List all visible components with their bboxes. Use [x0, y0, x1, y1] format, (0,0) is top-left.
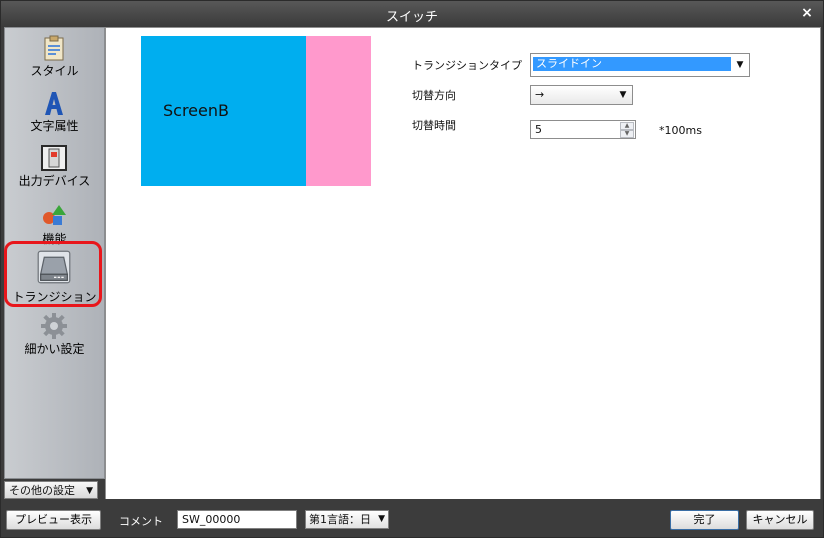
preview-button[interactable]: プレビュー表示 — [6, 510, 101, 530]
other-settings-label: その他の設定 — [9, 484, 75, 497]
comment-label: コメント — [119, 515, 163, 528]
main-panel: ScreenB トランジションタイプ スライドイン ▼ 切替方向 → ▼ 切替時… — [105, 27, 821, 501]
time-value: 5 — [535, 123, 542, 136]
transition-type-select[interactable]: スライドイン ▼ — [530, 53, 750, 77]
language-value: 第1言語：日 — [309, 513, 371, 526]
sidebar-item-label: スタイル — [30, 64, 79, 78]
other-settings-dropdown[interactable]: その他の設定 ▼ — [4, 481, 98, 499]
sidebar-item-label: 出力デバイス — [18, 174, 91, 188]
direction-value: → — [535, 88, 545, 101]
selection-highlight-outline — [4, 241, 102, 307]
chevron-down-icon: ▼ — [736, 60, 744, 70]
language-select[interactable]: 第1言語：日 ▼ — [305, 510, 389, 529]
cancel-button[interactable]: キャンセル — [746, 510, 814, 530]
direction-label: 切替方向 — [412, 89, 456, 102]
sidebar-item-style[interactable]: スタイル — [5, 30, 104, 82]
comment-input[interactable]: SW_00000 — [177, 510, 297, 529]
stepper-down-icon[interactable]: ▼ — [620, 130, 634, 138]
time-unit-label: *100ms — [659, 124, 702, 137]
preview-screen-b: ScreenB — [141, 36, 306, 186]
chevron-down-icon: ▼ — [86, 486, 93, 496]
switch-dialog: スイッチ × スタイル 文字属性 出力デバイス 機能 トランジション 細かい設定… — [0, 0, 824, 538]
sidebar-item-text-attributes[interactable]: 文字属性 — [5, 85, 104, 137]
done-button[interactable]: 完了 — [670, 510, 739, 530]
clipboard-icon — [44, 35, 64, 61]
chevron-down-icon: ▼ — [378, 514, 385, 524]
device-icon — [41, 145, 67, 171]
gear-icon — [41, 313, 67, 339]
title-bar: スイッチ × — [1, 1, 823, 27]
shapes-icon — [43, 205, 66, 225]
sidebar-item-label: 細かい設定 — [24, 342, 85, 356]
time-label: 切替時間 — [412, 119, 456, 132]
direction-select[interactable]: → ▼ — [530, 85, 633, 105]
transition-type-value: スライドイン — [533, 57, 731, 71]
chevron-down-icon: ▼ — [619, 90, 627, 100]
letter-a-icon — [45, 92, 63, 115]
sidebar-item-detailed-settings[interactable]: 細かい設定 — [5, 308, 104, 360]
transition-type-label: トランジションタイプ — [412, 59, 522, 72]
preview-label: ScreenB — [163, 101, 229, 120]
sidebar-item-output-device[interactable]: 出力デバイス — [5, 140, 104, 192]
window-title: スイッチ — [385, 10, 438, 25]
close-icon[interactable]: × — [799, 5, 815, 21]
stepper-up-icon[interactable]: ▲ — [620, 122, 634, 130]
footer-bar: プレビュー表示 コメント SW_00000 第1言語：日 ▼ 完了 キャンセル — [1, 499, 823, 537]
sidebar-item-label: 文字属性 — [30, 119, 79, 133]
preview-incoming-screen — [306, 36, 371, 186]
time-stepper[interactable]: 5 ▲ ▼ — [530, 120, 636, 139]
